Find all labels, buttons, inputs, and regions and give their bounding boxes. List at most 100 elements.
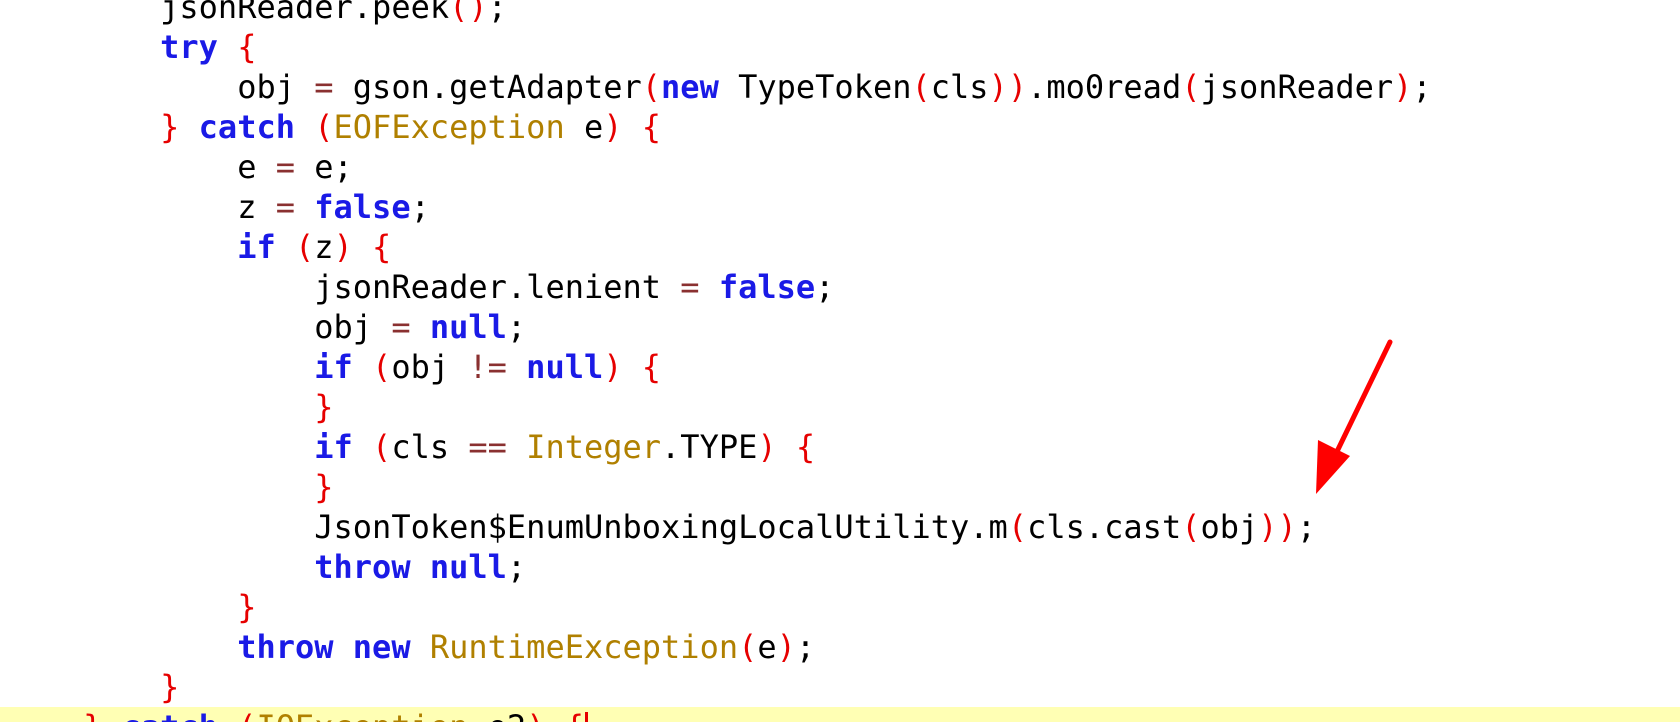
code-token-plain: ; [795,628,816,666]
code-line[interactable]: if (obj != null) { [0,347,1680,387]
code-token-plain: e [564,108,604,146]
code-token-plain: gson.getAdapter [333,68,642,106]
code-token-paren: } [237,588,257,626]
code-line[interactable]: } [0,587,1680,627]
code-token-kw: try [160,28,218,66]
code-token-plain: ; [1296,508,1317,546]
code-line-current[interactable]: } catch (IOException e2) { [0,707,1680,722]
code-token-paren: ) [1393,68,1413,106]
code-token-kw: new [352,628,411,666]
code-token-paren: { [641,108,662,146]
code-token-paren: } [314,388,334,426]
code-token-paren: )) [1258,508,1297,546]
code-line[interactable]: obj = null; [0,307,1680,347]
code-token-paren: ( [1007,508,1028,546]
code-token-paren: ) [333,228,353,266]
code-token-kw: new [661,68,719,106]
code-token-op: == [468,428,507,466]
code-token-paren: { [565,708,584,722]
code-line[interactable]: try { [0,27,1680,67]
code-token-plain: obj [314,308,392,346]
code-token-paren: { [795,428,816,466]
code-line[interactable]: if (cls == Integer.TYPE) { [0,427,1680,467]
code-token-paren: )) [988,68,1028,106]
code-line[interactable]: } catch (EOFException e) { [0,107,1680,147]
code-line[interactable]: jsonReader.lenient = false; [0,267,1680,307]
code-token-plain: ; [506,308,527,346]
code-token-plain: ; [410,188,430,226]
code-token-plain: ; [506,548,527,586]
code-token-type: Integer [526,428,662,466]
code-line[interactable]: } [0,467,1680,507]
code-line[interactable]: throw new RuntimeException(e); [0,627,1680,667]
code-token-kw: if [237,228,276,266]
code-line[interactable]: } [0,387,1680,427]
code-token-plain: e [237,148,276,186]
code-token-paren: ) [757,428,777,466]
code-token-kw: if [314,428,353,466]
code-token-op: = [314,68,334,106]
code-token-kw: false [314,188,411,226]
code-token-kw: throw [314,548,411,586]
code-token-plain: e2 [468,708,527,722]
code-line[interactable]: } [0,667,1680,707]
code-token-paren: ( [1181,68,1201,106]
code-token-type: RuntimeException [429,628,739,666]
code-token-kw: null [429,308,507,346]
code-line[interactable]: obj = gson.getAdapter(new TypeToken(cls)… [0,67,1680,107]
code-token-plain: JsonToken$EnumUnboxingLocalUtility.m [314,508,1008,546]
code-token-paren: ( [1181,508,1201,546]
code-line[interactable]: throw null; [0,547,1680,587]
code-line[interactable]: if (z) { [0,227,1680,267]
code-token-paren: } [160,668,180,706]
code-token-plain: .mo0read [1027,68,1182,106]
code-token-paren: ( [314,108,334,146]
code-token-paren: } [83,708,102,722]
code-token-kw: null [526,348,604,386]
code-editor[interactable]: jsonReader.peek(); try { obj = gson.getA… [0,0,1680,722]
code-line[interactable]: e = e; [0,147,1680,187]
code-token-paren: { [641,348,662,386]
code-token-paren: { [372,228,392,266]
code-token-op: = [391,308,411,346]
code-token-kw: catch [198,108,295,146]
code-line[interactable]: jsonReader.peek(); [0,0,1680,27]
code-line[interactable]: z = false; [0,187,1680,227]
code-token-paren: ) [526,708,545,722]
code-token-plain: jsonReader [1200,68,1394,106]
code-token-op: = [275,148,295,186]
code-token-paren: } [314,468,334,506]
code-token-plain: obj [1200,508,1259,546]
code-token-paren: ) [603,348,623,386]
code-line[interactable]: JsonToken$EnumUnboxingLocalUtility.m(cls… [0,507,1680,547]
code-token-plain: z [314,228,334,266]
code-token-plain: jsonReader.peek [160,0,450,26]
code-token-plain: z [237,188,276,226]
code-token-paren: ( [641,68,662,106]
